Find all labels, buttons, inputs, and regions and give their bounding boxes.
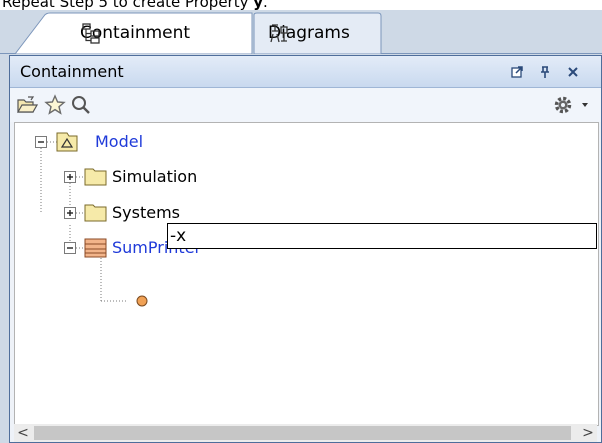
expander-sumprinter[interactable] xyxy=(64,242,76,254)
scroll-left-arrow[interactable]: < xyxy=(14,424,32,442)
open-folder-icon[interactable] xyxy=(16,94,38,116)
star-icon[interactable] xyxy=(44,94,66,116)
tree-item-model[interactable]: Model xyxy=(95,132,143,151)
pin-icon[interactable] xyxy=(538,65,552,79)
panel-toolbar xyxy=(10,88,601,122)
property-icon xyxy=(136,295,148,307)
tab-bar: Containment Diagrams xyxy=(0,10,602,54)
float-icon[interactable] xyxy=(510,65,524,79)
property-name-input[interactable] xyxy=(167,223,597,249)
folder-icon xyxy=(84,204,107,222)
close-icon[interactable] xyxy=(566,65,580,79)
tab-containment[interactable]: Containment xyxy=(80,22,190,44)
containment-tree: Model Simulation Systems SumPrinter xyxy=(14,122,599,426)
expander-simulation[interactable] xyxy=(64,171,76,183)
tree-item-systems[interactable]: Systems xyxy=(112,203,180,222)
panel-title: Containment xyxy=(20,62,124,81)
gear-icon[interactable] xyxy=(552,94,574,116)
instruction-caption: Repeat Step 5 to create Property y. xyxy=(2,0,268,11)
scrollbar-thumb[interactable] xyxy=(34,426,571,440)
browser-frame: Containment Diagrams Containment Model S… xyxy=(0,10,602,443)
search-icon[interactable] xyxy=(70,94,92,116)
tree-item-simulation[interactable]: Simulation xyxy=(112,167,197,186)
expander-model[interactable] xyxy=(35,136,47,148)
tree-lines xyxy=(35,132,148,307)
panel-titlebar: Containment xyxy=(10,56,601,88)
folder-icon xyxy=(84,168,107,186)
containment-tree-icon xyxy=(82,23,100,44)
scroll-right-arrow[interactable]: > xyxy=(579,424,597,442)
package-icon xyxy=(56,132,78,152)
tab-diagrams[interactable]: Diagrams xyxy=(268,22,350,44)
gear-dropdown-icon[interactable] xyxy=(580,102,590,108)
containment-panel: Containment Model Simulation Systems Sum… xyxy=(9,55,602,443)
diagrams-icon xyxy=(270,24,288,43)
horizontal-scrollbar[interactable]: < > xyxy=(14,424,597,442)
expander-systems[interactable] xyxy=(64,207,76,219)
block-icon xyxy=(84,238,107,258)
